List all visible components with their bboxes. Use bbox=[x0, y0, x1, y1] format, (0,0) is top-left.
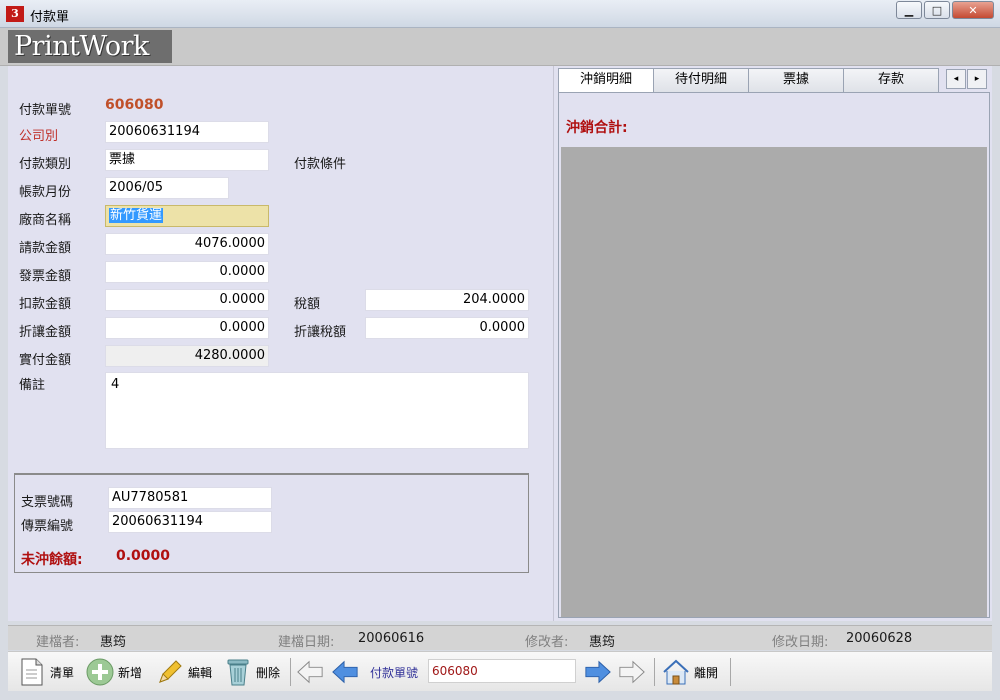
remark-label: 備註 bbox=[19, 378, 46, 393]
modifier-value: 惠筠 bbox=[589, 635, 616, 650]
discount-label: 折讓金額 bbox=[19, 325, 72, 340]
exit-button-label: 離開 bbox=[694, 665, 719, 680]
nav-record-field[interactable]: 606080 bbox=[428, 659, 576, 683]
tab-deposits[interactable]: 存款 bbox=[843, 68, 939, 92]
banner: PrintWork bbox=[0, 28, 1000, 66]
unpaid-balance-label: 未沖餘額: bbox=[21, 552, 83, 568]
edit-button[interactable]: 編輯 bbox=[156, 656, 212, 688]
tab-strip: 沖銷明細 待付明細 票據 存款 bbox=[558, 68, 939, 94]
created-date-label: 建檔日期: bbox=[278, 635, 335, 650]
tab-notes[interactable]: 票據 bbox=[748, 68, 844, 92]
vendor-field[interactable]: 新竹貨運 bbox=[105, 205, 269, 227]
tab-scroll-buttons: ◂ ▸ bbox=[946, 69, 987, 89]
remark-textarea[interactable]: 4 bbox=[105, 372, 529, 449]
trash-icon bbox=[224, 657, 252, 687]
invoice-amount-field[interactable]: 0.0000 bbox=[105, 261, 269, 283]
arrow-right-outline-icon bbox=[618, 657, 646, 687]
company-label: 公司別 bbox=[19, 129, 59, 144]
pay-type-label: 付款類別 bbox=[19, 157, 72, 172]
arrow-left-outline-icon bbox=[296, 657, 324, 687]
vendor-selected-text: 新竹貨運 bbox=[109, 208, 164, 223]
app-icon[interactable]: 3 bbox=[6, 6, 24, 22]
window-title: 付款單 bbox=[30, 10, 70, 25]
tab-write-off-detail[interactable]: 沖銷明細 bbox=[558, 68, 654, 94]
tab-scroll-right-icon[interactable]: ▸ bbox=[967, 69, 987, 89]
add-button-label: 新增 bbox=[118, 665, 143, 680]
tax-label: 稅額 bbox=[294, 297, 321, 312]
request-amount-label: 請款金額 bbox=[19, 241, 72, 256]
tab-scroll-left-icon[interactable]: ◂ bbox=[946, 69, 966, 89]
discount-field[interactable]: 0.0000 bbox=[105, 317, 269, 339]
detail-grid[interactable] bbox=[561, 147, 987, 617]
next-record-button[interactable] bbox=[584, 656, 612, 688]
nav-field-label: 付款單號 bbox=[370, 666, 419, 680]
first-record-button[interactable] bbox=[296, 656, 324, 688]
creator-label: 建檔者: bbox=[36, 635, 80, 650]
last-record-button[interactable] bbox=[618, 656, 646, 688]
doc-no-value: 606080 bbox=[105, 97, 164, 113]
modifier-label: 修改者: bbox=[525, 635, 569, 650]
pencil-icon bbox=[156, 657, 184, 687]
toolbar-divider bbox=[290, 658, 291, 686]
clear-button-label: 清單 bbox=[50, 665, 75, 680]
arrow-left-icon bbox=[331, 657, 359, 687]
status-bar: 建檔者: 惠筠 建檔日期: 20060616 修改者: 惠筠 修改日期: 200… bbox=[8, 625, 992, 650]
printwork-logo: PrintWork bbox=[8, 30, 172, 63]
add-button[interactable]: 新增 bbox=[86, 656, 142, 688]
cheque-no-label: 支票號碼 bbox=[21, 495, 74, 510]
actual-pay-field: 4280.0000 bbox=[105, 345, 269, 367]
delete-button-label: 刪除 bbox=[256, 665, 281, 680]
toolbar-divider bbox=[730, 658, 731, 686]
deduction-field[interactable]: 0.0000 bbox=[105, 289, 269, 311]
modified-date-label: 修改日期: bbox=[772, 635, 829, 650]
previous-record-button[interactable] bbox=[331, 656, 359, 688]
maximize-button[interactable]: □ bbox=[924, 1, 950, 19]
arrow-right-icon bbox=[584, 657, 612, 687]
title-bar: 3 付款單 ▁ □ ✕ bbox=[0, 0, 1000, 28]
delete-button[interactable]: 刪除 bbox=[224, 656, 280, 688]
tab-pending-detail[interactable]: 待付明細 bbox=[653, 68, 749, 92]
account-month-field[interactable]: 2006/05 bbox=[105, 177, 229, 199]
doc-no-label: 付款單號 bbox=[19, 103, 72, 118]
creator-value: 惠筠 bbox=[100, 635, 127, 650]
actual-pay-label: 實付金額 bbox=[19, 353, 72, 368]
window-controls: ▁ □ ✕ bbox=[896, 1, 994, 19]
cheque-no-field[interactable]: AU7780581 bbox=[108, 487, 272, 509]
pay-type-field[interactable]: 票據 bbox=[105, 149, 269, 171]
close-button[interactable]: ✕ bbox=[952, 1, 994, 19]
vendor-label: 廠商名稱 bbox=[19, 213, 72, 228]
voucher-no-label: 傳票編號 bbox=[21, 519, 74, 534]
account-month-label: 帳款月份 bbox=[19, 185, 72, 200]
pay-terms-label: 付款條件 bbox=[294, 157, 347, 172]
company-field[interactable]: 20060631194 bbox=[105, 121, 269, 143]
created-date-value: 20060616 bbox=[358, 631, 425, 646]
exit-button[interactable]: 離開 bbox=[662, 656, 718, 688]
write-off-total-label: 沖銷合計: bbox=[566, 120, 628, 136]
detail-tab-panel: 沖銷明細 待付明細 票據 存款 ◂ ▸ 沖銷合計: bbox=[553, 66, 992, 621]
request-amount-field[interactable]: 4076.0000 bbox=[105, 233, 269, 255]
modified-date-value: 20060628 bbox=[846, 631, 913, 646]
toolbar: 清單 新增 編輯 刪除 付款單號 606080 離開 bbox=[8, 651, 992, 691]
document-icon bbox=[18, 657, 46, 687]
plus-circle-icon bbox=[86, 657, 114, 687]
discount-tax-label: 折讓稅額 bbox=[294, 325, 347, 340]
toolbar-divider bbox=[654, 658, 655, 686]
home-icon bbox=[662, 657, 690, 687]
edit-button-label: 編輯 bbox=[188, 665, 213, 680]
tax-field[interactable]: 204.0000 bbox=[365, 289, 529, 311]
unpaid-balance-value: 0.0000 bbox=[116, 548, 171, 564]
clear-button[interactable]: 清單 bbox=[18, 656, 74, 688]
discount-tax-field[interactable]: 0.0000 bbox=[365, 317, 529, 339]
deduction-label: 扣款金額 bbox=[19, 297, 72, 312]
invoice-amount-label: 發票金額 bbox=[19, 269, 72, 284]
cheque-subpanel: 支票號碼 AU7780581 傳票編號 20060631194 未沖餘額: 0.… bbox=[14, 473, 529, 573]
tab-content: 沖銷合計: bbox=[558, 92, 990, 618]
minimize-button[interactable]: ▁ bbox=[896, 1, 922, 19]
voucher-no-field[interactable]: 20060631194 bbox=[108, 511, 272, 533]
